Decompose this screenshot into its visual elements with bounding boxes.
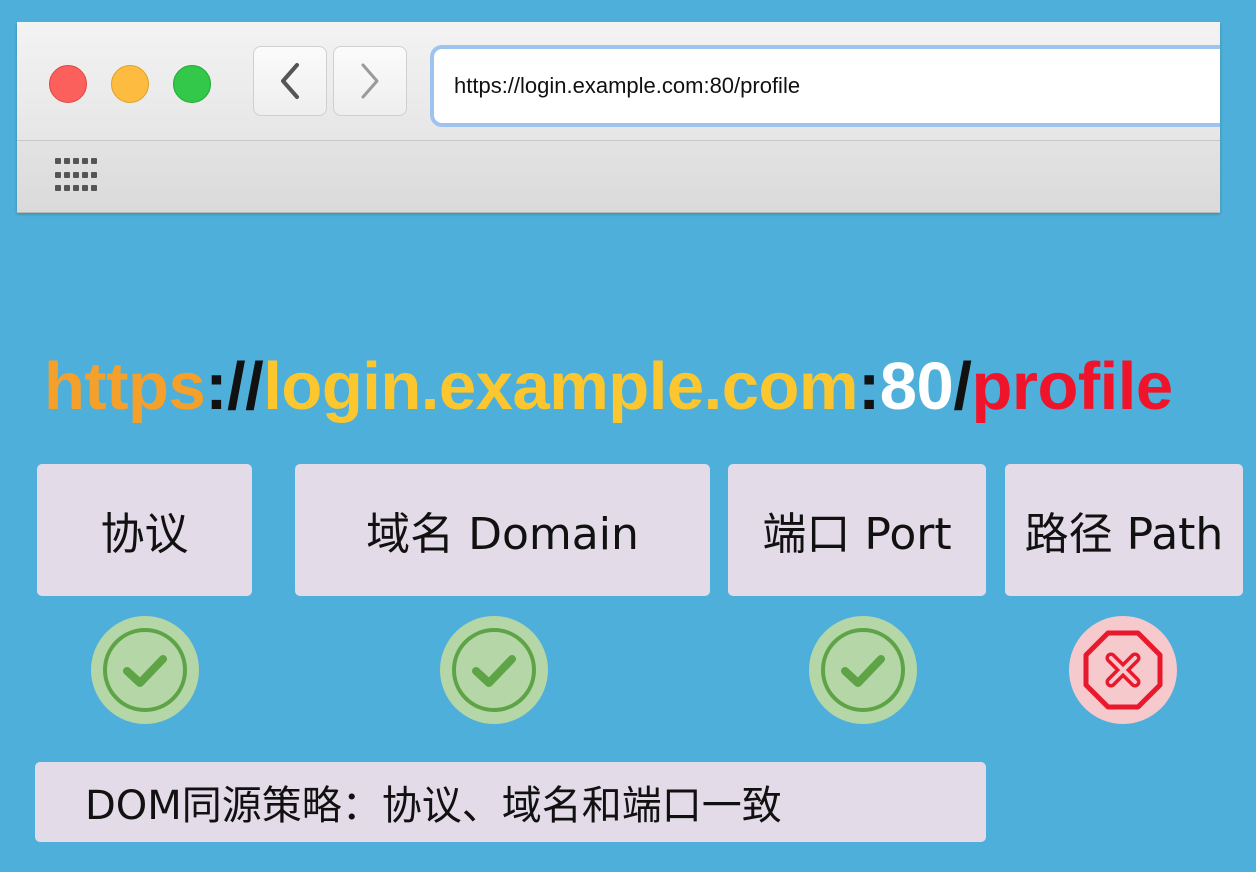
url-port: 80 — [879, 349, 954, 424]
chevron-right-icon — [361, 63, 379, 99]
url-path: profile — [971, 349, 1173, 424]
same-origin-policy-caption: DOM同源策略：协议、域名和端口一致 — [35, 762, 986, 842]
url-separator-path: / — [953, 349, 972, 424]
url-domain: login.example.com — [263, 349, 858, 424]
minimize-window-button[interactable] — [111, 65, 149, 103]
path-label: 路径 Path — [1005, 464, 1243, 596]
url-breakdown: https://login.example.com:80/profile — [44, 348, 1173, 425]
browser-toolbar: https://login.example.com:80/profile — [17, 22, 1220, 141]
port-check-icon — [809, 616, 917, 724]
address-bar-url[interactable]: https://login.example.com:80/profile — [454, 73, 800, 99]
url-separator-port: : — [857, 349, 880, 424]
maximize-window-button[interactable] — [173, 65, 211, 103]
protocol-check-icon — [91, 616, 199, 724]
close-window-button[interactable] — [49, 65, 87, 103]
bookmarks-bar — [17, 141, 1220, 213]
path-cross-icon — [1069, 616, 1177, 724]
address-bar[interactable]: https://login.example.com:80/profile — [430, 45, 1220, 127]
back-button[interactable] — [253, 46, 327, 116]
port-label: 端口 Port — [728, 464, 986, 596]
domain-label: 域名 Domain — [295, 464, 710, 596]
forward-button[interactable] — [333, 46, 407, 116]
url-protocol: https — [44, 349, 206, 424]
url-separator-scheme: :// — [205, 349, 264, 424]
chevron-left-icon — [281, 63, 299, 99]
browser-window: https://login.example.com:80/profile — [17, 22, 1220, 213]
domain-check-icon — [440, 616, 548, 724]
apps-grid-icon[interactable] — [55, 158, 103, 194]
protocol-label: 协议 — [37, 464, 252, 596]
